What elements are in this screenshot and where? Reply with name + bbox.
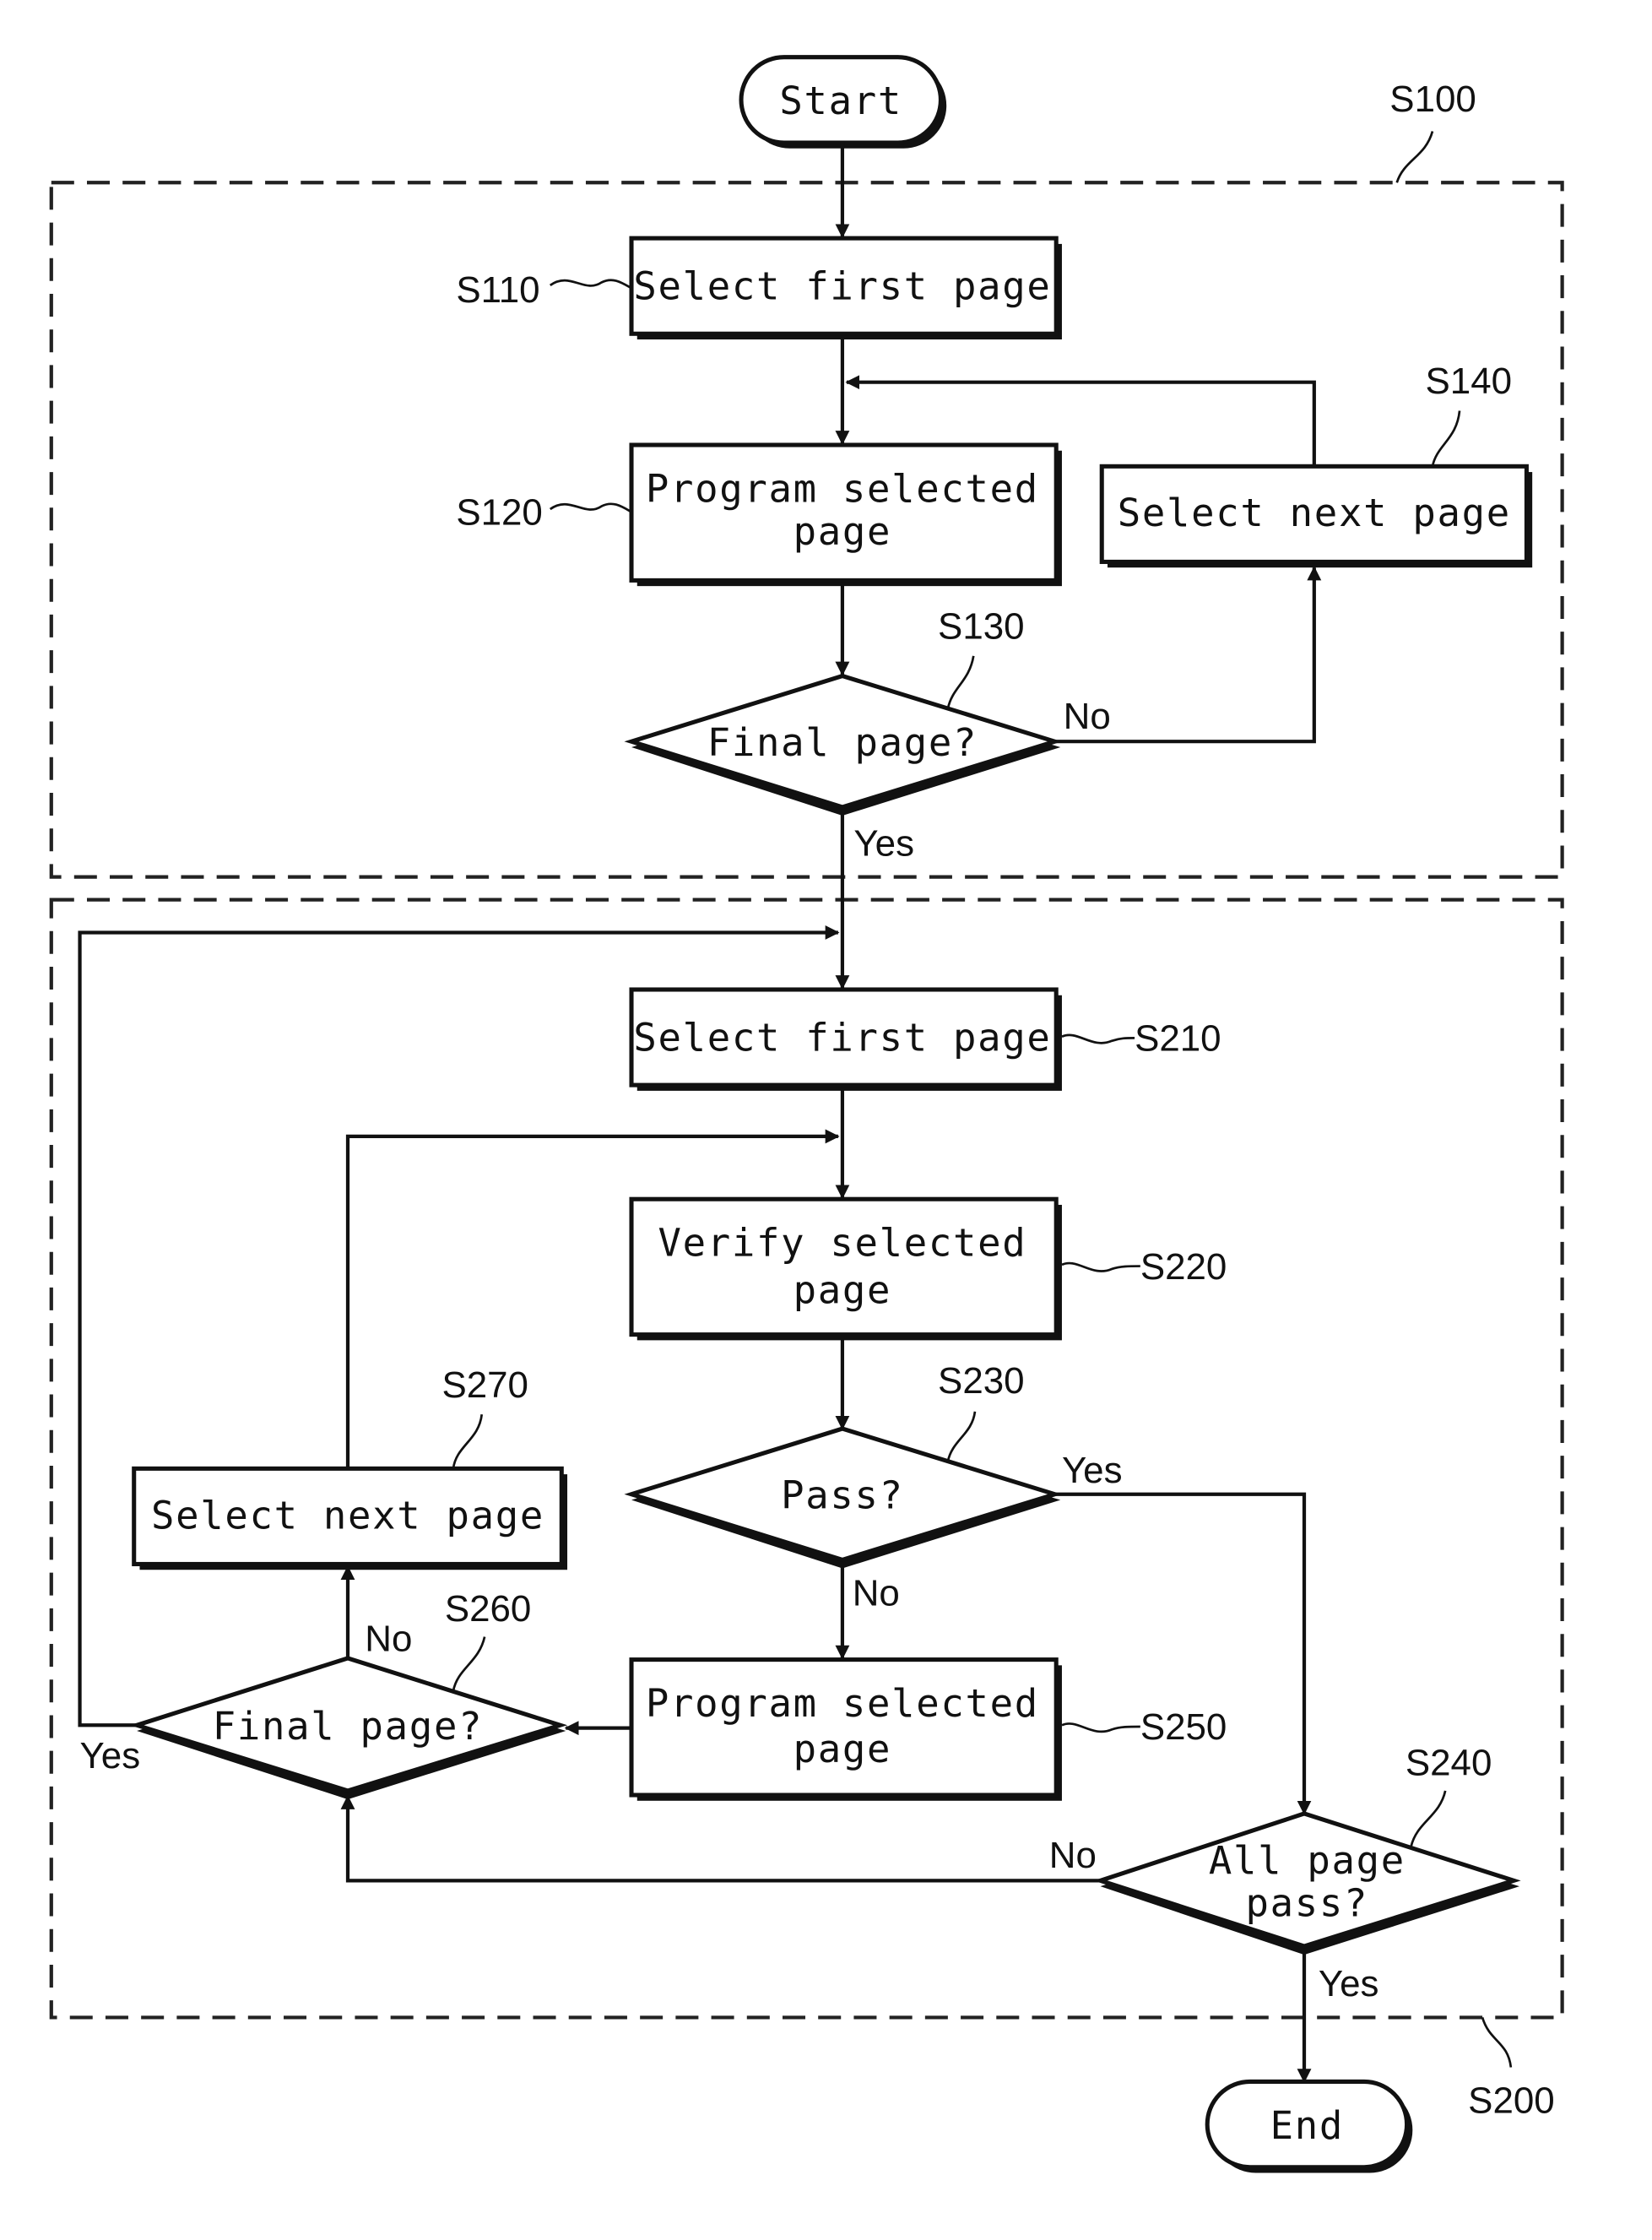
step-s270: Select next page S270: [132, 1364, 568, 1570]
step-s120-ref: S120: [456, 492, 543, 534]
step-s250-leader: [1061, 1722, 1140, 1733]
step-s270-ref: S270: [441, 1364, 528, 1406]
group-s100-leader: [1395, 131, 1434, 183]
step-s250: Program selected page S250: [629, 1657, 1227, 1801]
decision-s130-leader: [946, 655, 975, 709]
decision-s130-no-label: No: [1064, 696, 1111, 737]
decision-s260-leader: [452, 1636, 486, 1692]
decision-s130: Final page? S130 No Yes: [624, 606, 1111, 864]
step-s210-leader: [1061, 1033, 1135, 1044]
step-s120: Program selected page S120: [456, 442, 1062, 587]
decision-s230-text: Pass?: [781, 1473, 904, 1518]
start-label: Start: [779, 79, 902, 123]
decision-s260-ref: S260: [445, 1588, 532, 1630]
step-s250-ref: S250: [1140, 1706, 1227, 1748]
decision-s260-text: Final page?: [213, 1704, 483, 1749]
decision-s240: All page pass? S240 No Yes: [1049, 1742, 1521, 2004]
edge-s240-no-s260: [340, 1795, 1101, 1883]
decision-s240-no-label: No: [1049, 1835, 1097, 1876]
step-s110: Select first page S110: [456, 236, 1062, 340]
step-s220-text-line1: Verify selected: [658, 1221, 1026, 1266]
step-s210-text: Select first page: [633, 1016, 1051, 1060]
step-s220-text-line2: page: [794, 1267, 892, 1312]
decision-s240-ref: S240: [1406, 1742, 1492, 1783]
step-s210: Select first page S210: [629, 987, 1221, 1091]
decision-s230-ref: S230: [938, 1360, 1025, 1402]
decision-s130-yes-label: Yes: [853, 822, 914, 864]
decision-s240-text-line2: pass?: [1246, 1881, 1369, 1926]
end-terminal: End: [1205, 2079, 1413, 2173]
decision-s230-yes-label: Yes: [1062, 1450, 1123, 1491]
decision-s260: Final page? S260 No Yes: [80, 1588, 568, 1800]
step-s220-ref: S220: [1140, 1246, 1227, 1288]
decision-s240-yes-label: Yes: [1319, 1963, 1379, 2004]
step-s140-ref: S140: [1426, 361, 1513, 402]
flowchart: S100 S200 Start Select first page S110 P…: [49, 55, 1564, 2173]
decision-s130-text: Final page?: [707, 720, 978, 765]
step-s270-text: Select next page: [151, 1493, 544, 1538]
step-s250-text-line2: page: [794, 1727, 892, 1771]
step-s120-leader: [549, 502, 632, 513]
group-s100-label: S100: [1389, 79, 1476, 120]
step-s110-ref: S110: [456, 269, 539, 311]
group-s200-leader: [1481, 2017, 1513, 2068]
step-s250-text-line1: Program selected: [646, 1681, 1039, 1726]
start-terminal: Start: [739, 55, 947, 149]
step-s120-text-line2: page: [794, 509, 892, 554]
step-s120-text-line1: Program selected: [646, 467, 1039, 512]
step-s110-text: Select first page: [633, 264, 1051, 309]
step-s140: Select next page S140: [1099, 361, 1533, 568]
step-s210-ref: S210: [1135, 1018, 1221, 1060]
decision-s260-no-label: No: [365, 1618, 412, 1659]
step-s220: Verify selected page S220: [629, 1196, 1227, 1341]
decision-s240-text-line1: All page: [1209, 1838, 1406, 1883]
decision-s260-yes-label: Yes: [80, 1735, 141, 1776]
decision-s130-ref: S130: [938, 606, 1025, 648]
step-s270-leader: [452, 1414, 484, 1469]
decision-s230-leader: [946, 1411, 977, 1462]
decision-s230: Pass? S230 Yes No: [624, 1360, 1123, 1614]
decision-s230-no-label: No: [853, 1572, 900, 1614]
end-label: End: [1270, 2103, 1344, 2148]
decision-s240-leader: [1410, 1790, 1447, 1847]
step-s220-leader: [1061, 1261, 1140, 1272]
group-s200-label: S200: [1468, 2080, 1555, 2122]
edge-s230-yes-s240: [1054, 1492, 1312, 1815]
step-s140-leader: [1431, 410, 1461, 467]
step-s110-leader: [549, 279, 632, 290]
step-s140-text: Select next page: [1118, 491, 1511, 535]
